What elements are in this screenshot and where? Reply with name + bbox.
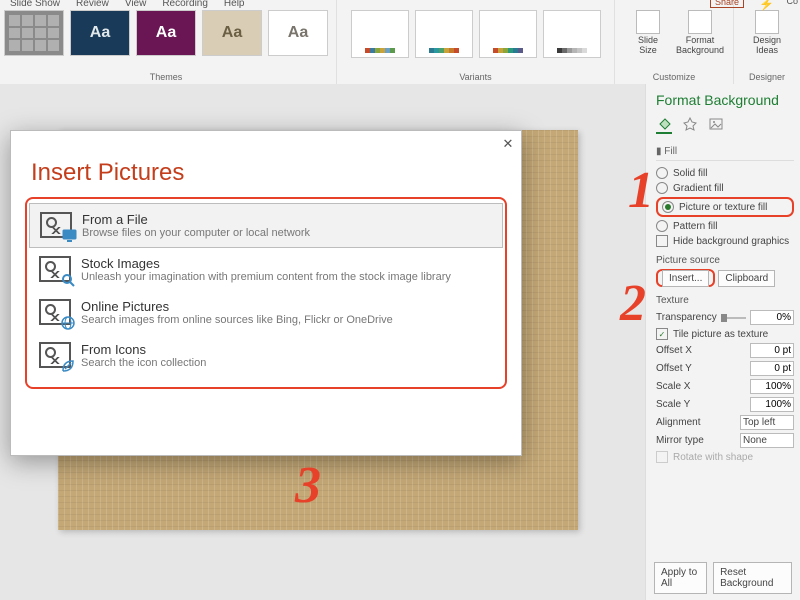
solid-fill-radio[interactable]: Solid fill [656, 167, 794, 179]
variant-tile-2[interactable] [479, 10, 537, 58]
theme-tile-3[interactable]: Aa [202, 10, 262, 56]
picture-fill-highlight: Picture or texture fill [656, 197, 794, 217]
reset-background-button[interactable]: Reset Background [713, 562, 792, 594]
scale-x-input[interactable] [750, 379, 794, 394]
insert-button-highlight: Insert... [656, 269, 715, 287]
insert-option-1[interactable]: Stock ImagesUnleash your imagination wit… [29, 248, 503, 291]
option-title: Online Pictures [81, 299, 393, 314]
option-title: From Icons [81, 342, 206, 357]
scale-y-label: Scale Y [656, 399, 690, 410]
offset-y-input[interactable] [750, 361, 794, 376]
fill-section-header[interactable]: ▮ Fill [656, 146, 794, 161]
variant-tile-0[interactable] [351, 10, 409, 58]
mirror-label: Mirror type [656, 435, 704, 446]
themes-group: AaAaAaAa Themes [0, 0, 337, 84]
slide-size-button[interactable]: Slide Size [623, 10, 673, 56]
theme-tile-1[interactable]: Aa [70, 10, 130, 56]
monitor-icon [62, 229, 77, 243]
annotation-3: 3 [295, 460, 321, 512]
format-background-ribbon-button[interactable]: Format Background [675, 10, 725, 56]
picture-fill-radio[interactable]: Picture or texture fill [662, 201, 788, 213]
design-ideas-button[interactable]: Design Ideas [742, 10, 792, 56]
scale-y-input[interactable] [750, 397, 794, 412]
theme-tile-0[interactable] [4, 10, 64, 56]
variants-group: Variants [337, 0, 615, 84]
pattern-fill-radio[interactable]: Pattern fill [656, 220, 794, 232]
themes-label: Themes [150, 72, 183, 84]
picture-icon[interactable] [708, 116, 724, 132]
insert-option-2[interactable]: Online PicturesSearch images from online… [29, 291, 503, 334]
fill-bucket-icon[interactable] [656, 116, 672, 134]
option-title: From a File [82, 212, 310, 227]
customize-group: Slide Size Format Background Customize [615, 0, 734, 84]
variant-tile-3[interactable] [543, 10, 601, 58]
offset-x-input[interactable] [750, 343, 794, 358]
picture-frame-icon [39, 299, 71, 325]
transparency-row: Transparency [656, 310, 794, 325]
transparency-label: Transparency [656, 312, 717, 323]
option-desc: Unleash your imagination with premium co… [81, 271, 451, 283]
option-desc: Search images from online sources like B… [81, 314, 393, 326]
theme-tile-2[interactable]: Aa [136, 10, 196, 56]
ribbon: Slide Show Review View Recording Help Sh… [0, 0, 800, 85]
search-icon [61, 273, 76, 287]
close-icon[interactable]: ✕ [501, 137, 515, 151]
option-desc: Search the icon collection [81, 357, 206, 369]
annotation-1: 1 [628, 165, 654, 217]
variants-label: Variants [459, 72, 491, 84]
tile-checkbox[interactable]: ✓Tile picture as texture [656, 328, 794, 340]
designer-group: Design Ideas Designer [734, 0, 800, 84]
picture-frame-icon [40, 212, 72, 238]
hide-bg-checkbox[interactable]: Hide background graphics [656, 235, 794, 247]
transparency-slider[interactable] [721, 317, 746, 319]
option-desc: Browse files on your computer or local n… [82, 227, 310, 239]
alignment-label: Alignment [656, 417, 700, 428]
offset-y-label: Offset Y [656, 363, 692, 374]
leaf-icon [61, 359, 76, 373]
clipboard-button[interactable]: Clipboard [718, 270, 775, 287]
lightning-icon: ⚡ [759, 0, 774, 11]
texture-label: Texture [656, 295, 794, 306]
gradient-fill-radio[interactable]: Gradient fill [656, 182, 794, 194]
mirror-select[interactable]: None [740, 433, 794, 448]
format-background-panel: Format Background ▮ Fill Solid fill Grad… [645, 84, 800, 600]
scale-x-label: Scale X [656, 381, 690, 392]
annotation-2: 2 [620, 278, 646, 330]
rotate-checkbox: Rotate with shape [656, 451, 794, 463]
dialog-title: Insert Pictures [11, 131, 521, 193]
insert-option-0[interactable]: From a FileBrowse files on your computer… [29, 203, 503, 248]
picture-frame-icon [39, 256, 71, 282]
offset-x-label: Offset X [656, 345, 692, 356]
insert-option-3[interactable]: From IconsSearch the icon collection [29, 334, 503, 377]
customize-label: Customize [653, 72, 696, 84]
effects-icon[interactable] [682, 116, 698, 132]
picture-source-label: Picture source [656, 255, 794, 266]
picture-frame-icon [39, 342, 71, 368]
share-button[interactable]: Share [710, 0, 744, 8]
apply-all-button[interactable]: Apply to All [654, 562, 707, 594]
dialog-body-highlight: From a FileBrowse files on your computer… [25, 197, 507, 389]
globe-icon [61, 316, 76, 330]
panel-title: Format Background [656, 92, 794, 108]
designer-label: Designer [749, 72, 785, 84]
insert-button[interactable]: Insert... [662, 270, 709, 287]
comments-cut: Co [786, 0, 798, 6]
insert-pictures-dialog: ✕ Insert Pictures From a FileBrowse file… [10, 130, 522, 456]
option-title: Stock Images [81, 256, 451, 271]
transparency-input[interactable] [750, 310, 794, 325]
variant-tile-1[interactable] [415, 10, 473, 58]
theme-tile-4[interactable]: Aa [268, 10, 328, 56]
alignment-select[interactable]: Top left [740, 415, 794, 430]
